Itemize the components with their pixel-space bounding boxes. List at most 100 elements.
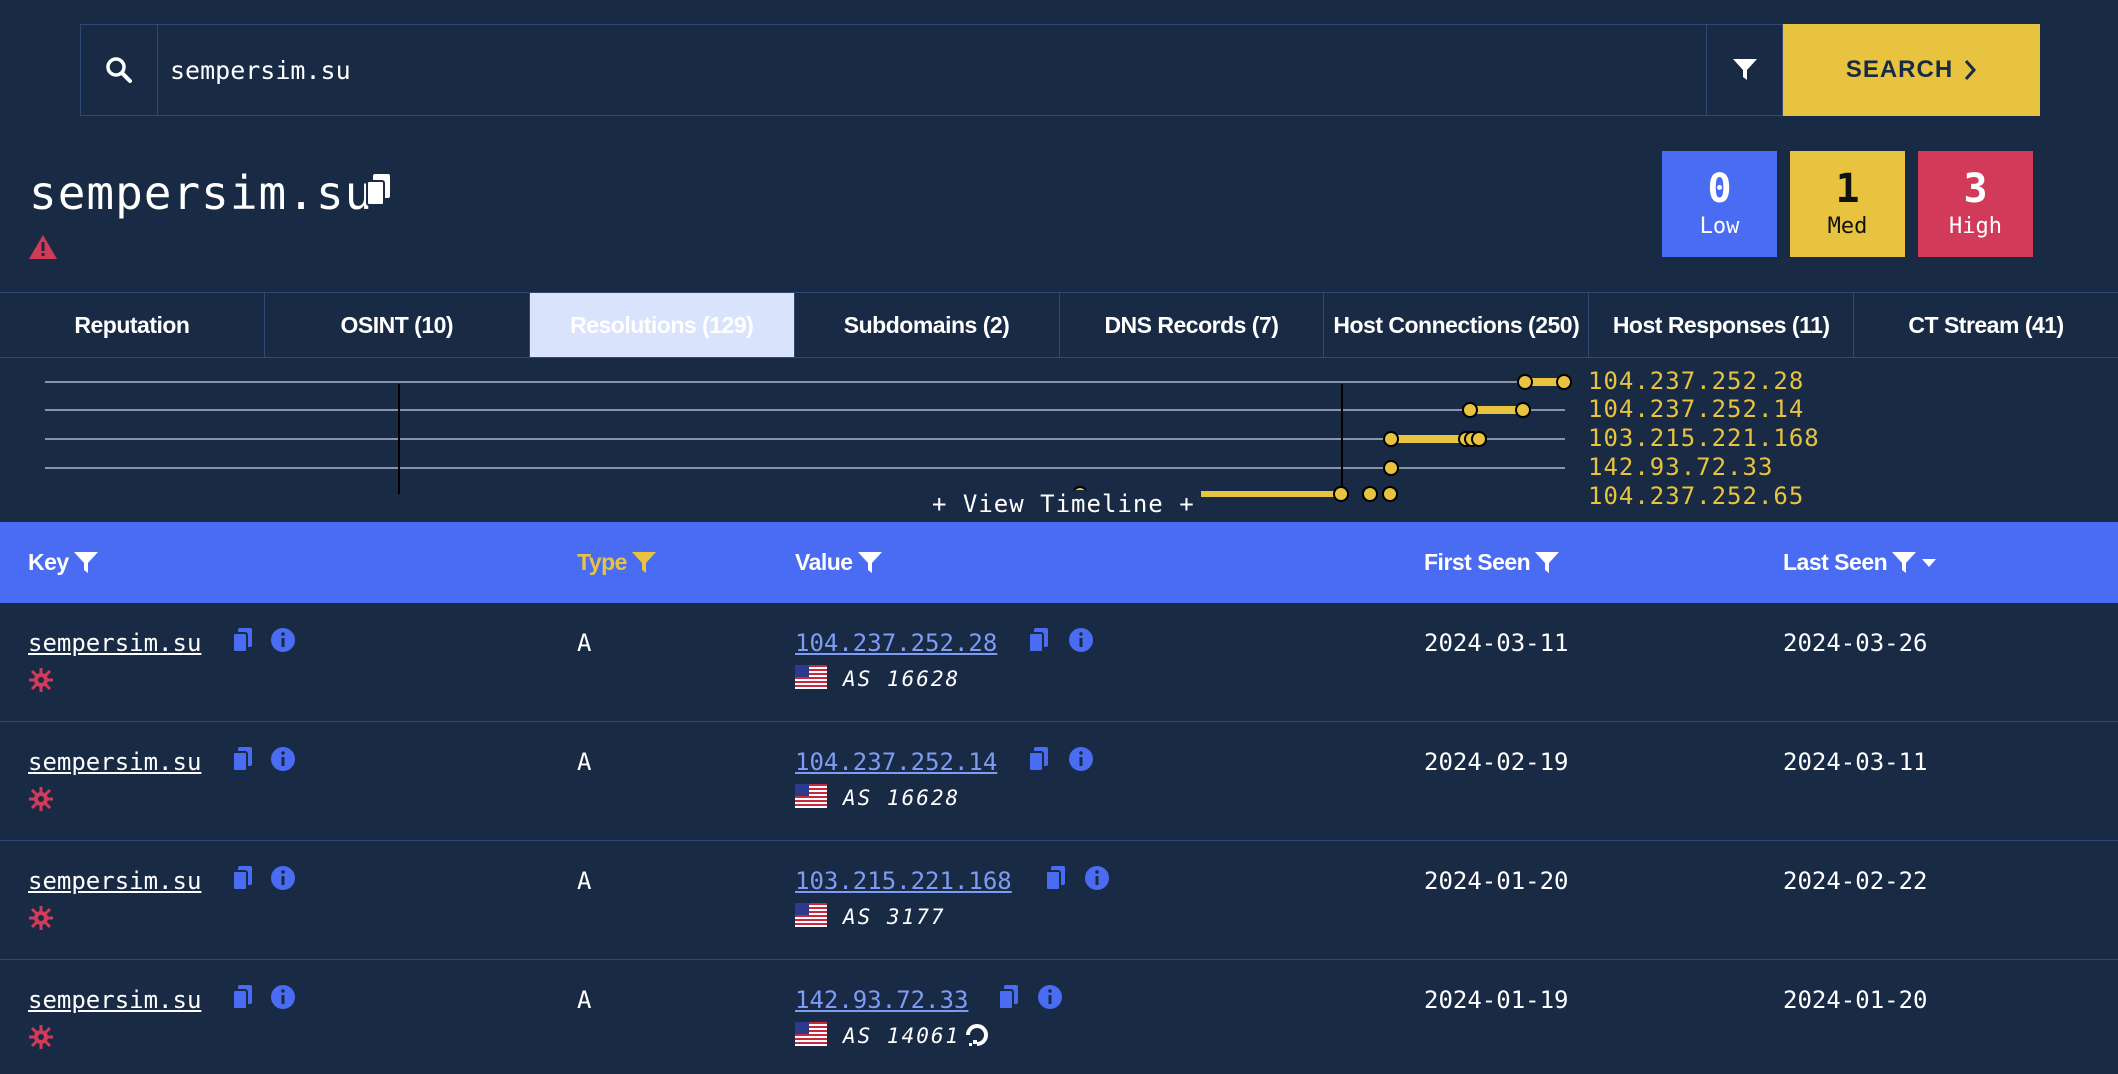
column-key-label: Key bbox=[28, 549, 69, 575]
risk-med-count: 1 bbox=[1835, 166, 1860, 212]
column-header-type[interactable]: Type bbox=[577, 522, 657, 603]
value-link[interactable]: 142.93.72.33 bbox=[795, 986, 968, 1014]
value-link[interactable]: 104.237.252.14 bbox=[795, 748, 997, 776]
tab-ct-stream[interactable]: CT Stream (41) bbox=[1854, 293, 2118, 357]
asn-label: AS 16628 bbox=[843, 786, 961, 810]
record-type: A bbox=[577, 986, 592, 1014]
tab-dns-records[interactable]: DNS Records (7) bbox=[1060, 293, 1325, 357]
record-type: A bbox=[577, 748, 592, 776]
asn-label: AS 14061 bbox=[843, 1024, 961, 1048]
copy-icon[interactable] bbox=[1045, 865, 1067, 897]
search-bar: SEARCH bbox=[80, 24, 2040, 116]
filter-icon[interactable] bbox=[1891, 551, 1917, 575]
table-header: Key Type Value First Seen Last Seen bbox=[0, 522, 2118, 603]
info-icon[interactable] bbox=[1037, 984, 1063, 1016]
column-first-seen-label: First Seen bbox=[1424, 549, 1531, 575]
us-flag-icon bbox=[795, 1022, 827, 1052]
digitalocean-icon bbox=[964, 1022, 990, 1054]
us-flag-icon bbox=[795, 903, 827, 933]
last-seen: 2024-02-22 bbox=[1783, 867, 1928, 895]
column-header-first-seen[interactable]: First Seen bbox=[1424, 522, 1560, 603]
value-link[interactable]: 104.237.252.28 bbox=[795, 629, 997, 657]
table-row: sempersim.su A 104.237.252.28 AS 16628 2… bbox=[0, 603, 2118, 722]
table-row: sempersim.su A 103.215.221.168 AS 3177 2… bbox=[0, 841, 2118, 960]
key-link[interactable]: sempersim.su bbox=[28, 867, 201, 895]
last-seen: 2024-03-11 bbox=[1783, 748, 1928, 776]
timeline-label: 104.237.252.14 bbox=[1588, 395, 1805, 423]
table-row: sempersim.su A 142.93.72.33 AS 14061 202… bbox=[0, 960, 2118, 1074]
tab-host-responses[interactable]: Host Responses (11) bbox=[1589, 293, 1855, 357]
info-icon[interactable] bbox=[270, 984, 296, 1016]
timeline-label: 103.215.221.168 bbox=[1588, 424, 1820, 452]
copy-icon[interactable] bbox=[1028, 627, 1050, 659]
record-type: A bbox=[577, 867, 592, 895]
info-icon[interactable] bbox=[1084, 865, 1110, 897]
risk-badge-med[interactable]: 1 Med bbox=[1790, 151, 1905, 257]
search-icon[interactable] bbox=[80, 24, 157, 116]
filter-icon[interactable] bbox=[857, 551, 883, 575]
filter-icon[interactable] bbox=[1534, 551, 1560, 575]
timeline-label: 142.93.72.33 bbox=[1588, 453, 1774, 481]
column-header-value[interactable]: Value bbox=[795, 522, 883, 603]
sort-down-icon[interactable] bbox=[1921, 558, 1937, 568]
column-type-label: Type bbox=[577, 549, 627, 575]
page: SEARCH sempersim.su 0 Low 1 Med 3 High bbox=[0, 0, 2118, 1074]
warning-icon bbox=[28, 234, 58, 264]
column-header-key[interactable]: Key bbox=[28, 522, 99, 603]
value-link[interactable]: 103.215.221.168 bbox=[795, 867, 1012, 895]
risk-badge-low[interactable]: 0 Low bbox=[1662, 151, 1777, 257]
tab-osint[interactable]: OSINT (10) bbox=[265, 293, 530, 357]
risk-low-count: 0 bbox=[1707, 166, 1732, 212]
table-row: sempersim.su A 104.237.252.14 AS 16628 2… bbox=[0, 722, 2118, 841]
page-title: sempersim.su bbox=[29, 166, 374, 220]
view-timeline-button[interactable]: + View Timeline + bbox=[926, 490, 1201, 518]
copy-icon[interactable] bbox=[1028, 746, 1050, 778]
copy-icon[interactable] bbox=[366, 173, 392, 211]
tab-resolutions[interactable]: Resolutions (129) bbox=[529, 293, 795, 357]
us-flag-icon bbox=[795, 665, 827, 695]
tab-reputation[interactable]: Reputation bbox=[0, 293, 265, 357]
filter-icon[interactable] bbox=[1707, 24, 1783, 116]
column-value-label: Value bbox=[795, 549, 853, 575]
us-flag-icon bbox=[795, 784, 827, 814]
search-input[interactable] bbox=[157, 24, 1707, 116]
copy-icon[interactable] bbox=[232, 984, 254, 1016]
record-type: A bbox=[577, 629, 592, 657]
copy-icon[interactable] bbox=[232, 865, 254, 897]
info-icon[interactable] bbox=[1068, 627, 1094, 659]
chevron-right-icon bbox=[1965, 60, 1977, 80]
asn-label: AS 3177 bbox=[843, 905, 946, 929]
copy-icon[interactable] bbox=[232, 746, 254, 778]
timeline-label: 104.237.252.65 bbox=[1588, 482, 1805, 510]
key-link[interactable]: sempersim.su bbox=[28, 629, 201, 657]
malware-icon bbox=[28, 786, 54, 818]
last-seen: 2024-03-26 bbox=[1783, 629, 1928, 657]
search-button[interactable]: SEARCH bbox=[1783, 24, 2040, 116]
search-button-label: SEARCH bbox=[1845, 56, 1954, 83]
filter-icon[interactable] bbox=[73, 551, 99, 575]
risk-high-label: High bbox=[1949, 214, 2002, 239]
timeline-label: 104.237.252.28 bbox=[1588, 367, 1805, 395]
filter-icon[interactable] bbox=[631, 551, 657, 575]
risk-badges: 0 Low 1 Med 3 High bbox=[1662, 151, 2033, 257]
asn-label: AS 16628 bbox=[843, 667, 961, 691]
malware-icon bbox=[28, 905, 54, 937]
copy-icon[interactable] bbox=[998, 984, 1020, 1016]
tab-subdomains[interactable]: Subdomains (2) bbox=[795, 293, 1060, 357]
tab-host-connections[interactable]: Host Connections (250) bbox=[1324, 293, 1590, 357]
column-last-seen-label: Last Seen bbox=[1783, 549, 1888, 575]
info-icon[interactable] bbox=[270, 627, 296, 659]
info-icon[interactable] bbox=[270, 746, 296, 778]
first-seen: 2024-03-11 bbox=[1424, 629, 1569, 657]
risk-med-label: Med bbox=[1827, 214, 1868, 239]
column-header-last-seen[interactable]: Last Seen bbox=[1783, 522, 1937, 603]
copy-icon[interactable] bbox=[232, 627, 254, 659]
key-link[interactable]: sempersim.su bbox=[28, 748, 201, 776]
key-link[interactable]: sempersim.su bbox=[28, 986, 201, 1014]
info-icon[interactable] bbox=[1068, 746, 1094, 778]
risk-badge-high[interactable]: 3 High bbox=[1918, 151, 2033, 257]
first-seen: 2024-02-19 bbox=[1424, 748, 1569, 776]
resolution-timeline: 104.237.252.28 104.237.252.14 103.215.22… bbox=[0, 358, 2118, 522]
info-icon[interactable] bbox=[270, 865, 296, 897]
tab-bar: Reputation OSINT (10) Resolutions (129) … bbox=[0, 292, 2118, 358]
